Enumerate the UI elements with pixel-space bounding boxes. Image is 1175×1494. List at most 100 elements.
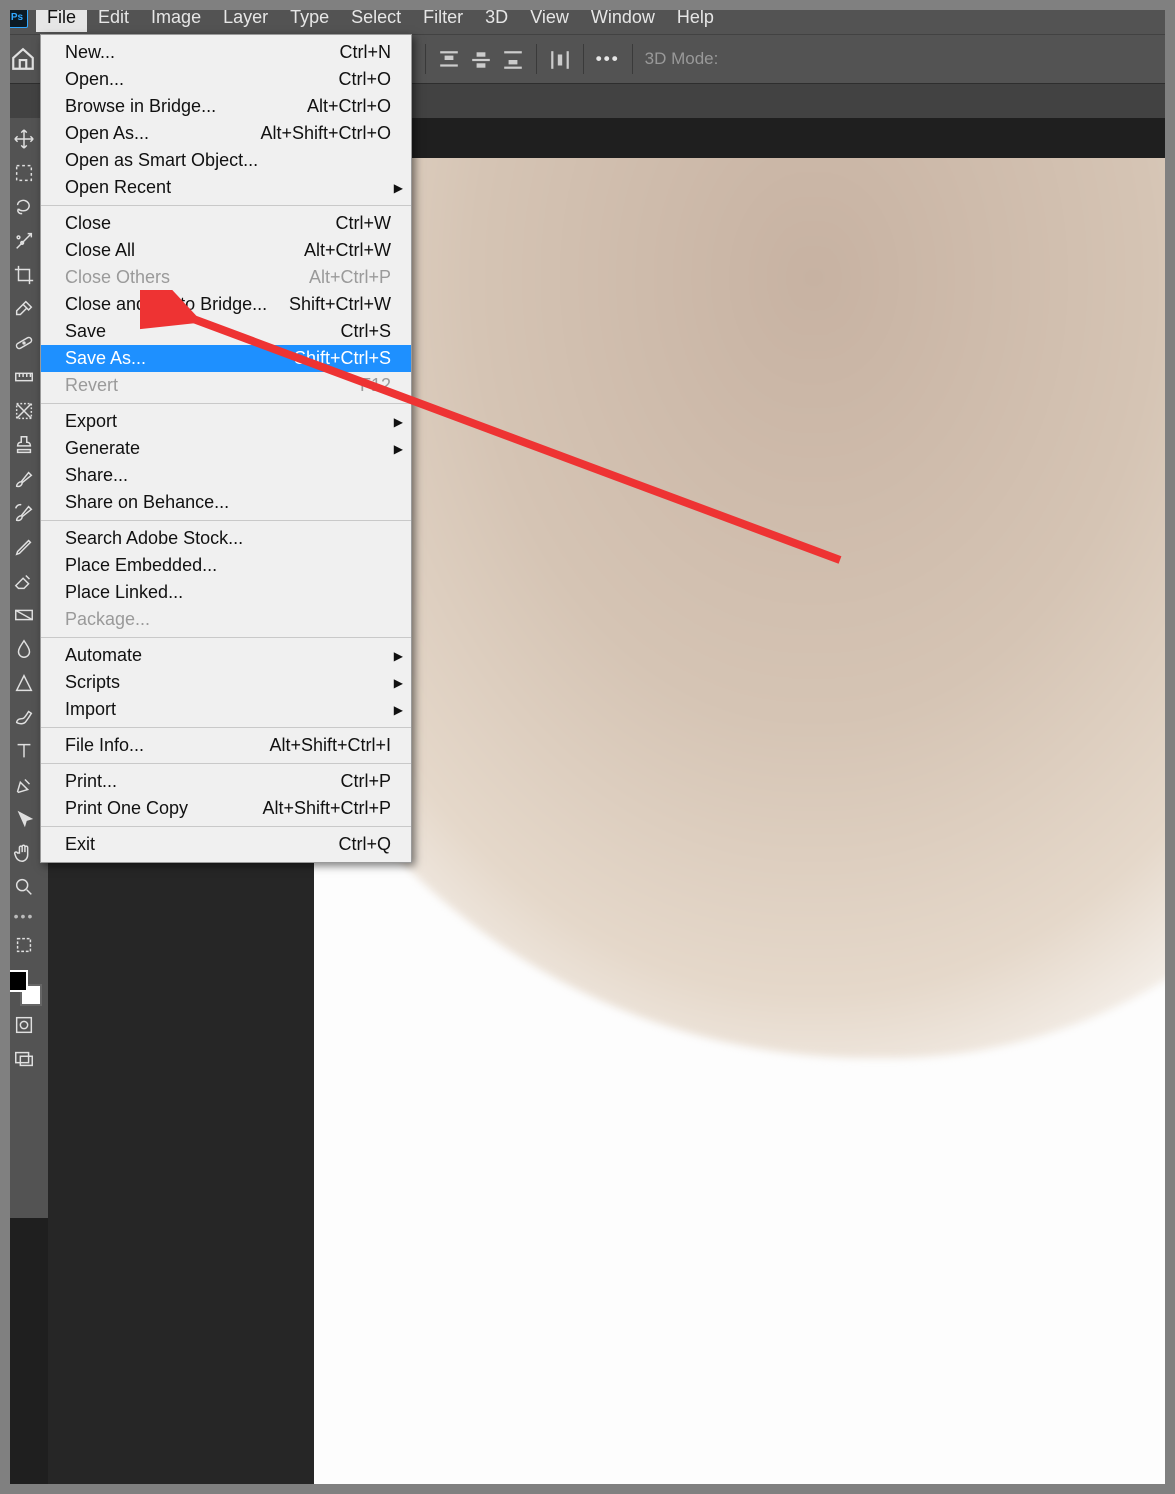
more-options-icon[interactable]: ••• [596,49,620,69]
blur-tool[interactable] [6,634,42,664]
menu-item-open-as[interactable]: Open As...Alt+Shift+Ctrl+O [41,120,411,147]
frame-tool[interactable] [6,396,42,426]
hand-tool[interactable] [6,838,42,868]
eyedropper-tool[interactable] [6,294,42,324]
distribute-bottom-icon[interactable] [502,49,524,69]
menu-separator [41,637,411,638]
menu-image[interactable]: Image [140,3,212,32]
menu-item-close[interactable]: CloseCtrl+W [41,210,411,237]
menu-item-browse-in-bridge[interactable]: Browse in Bridge...Alt+Ctrl+O [41,93,411,120]
separator [632,44,633,74]
healing-brush-tool[interactable] [6,328,42,358]
menu-item-label: Close and Go to Bridge... [65,294,267,315]
menu-separator [41,763,411,764]
clone-stamp-tool[interactable] [6,430,42,460]
menu-item-open-as-smart-object[interactable]: Open as Smart Object... [41,147,411,174]
menu-item-file-info[interactable]: File Info...Alt+Shift+Ctrl+I [41,732,411,759]
menu-separator [41,205,411,206]
menu-item-label: Close [65,213,111,234]
menu-item-close-all[interactable]: Close AllAlt+Ctrl+W [41,237,411,264]
menu-3d[interactable]: 3D [474,3,519,32]
menu-item-label: Close All [65,240,135,261]
quick-mask-icon[interactable] [6,1010,42,1040]
menu-item-new[interactable]: New...Ctrl+N [41,39,411,66]
menu-item-label: Close Others [65,267,170,288]
distribute-horizontal-icon[interactable] [549,49,571,69]
menu-item-shortcut: Ctrl+P [340,771,391,792]
history-brush-tool[interactable] [6,498,42,528]
menu-file[interactable]: File [36,3,87,32]
move-tool[interactable] [6,124,42,154]
menu-separator [41,520,411,521]
submenu-arrow-icon: ▶ [394,649,403,663]
menu-item-exit[interactable]: ExitCtrl+Q [41,831,411,858]
menu-item-shortcut: F12 [360,375,391,396]
menu-item-place-embedded[interactable]: Place Embedded... [41,552,411,579]
menu-item-shortcut: Ctrl+S [340,321,391,342]
menu-item-shortcut: Shift+Ctrl+W [289,294,391,315]
menu-item-place-linked[interactable]: Place Linked... [41,579,411,606]
distribute-vertical-icon[interactable] [470,49,492,69]
home-icon[interactable] [8,44,38,74]
edit-toolbar-icon[interactable]: ••• [5,912,43,920]
quick-select-tool[interactable] [6,226,42,256]
ruler-tool[interactable] [6,362,42,392]
lasso-tool[interactable] [6,192,42,222]
menu-item-print-one-copy[interactable]: Print One Copy Alt+Shift+Ctrl+P [41,795,411,822]
marquee-tool[interactable] [6,158,42,188]
menu-item-label: Open as Smart Object... [65,150,258,171]
menu-item-scripts[interactable]: Scripts▶ [41,669,411,696]
distribute-group [438,49,524,69]
photoshop-logo-icon: Ps [6,6,28,28]
menu-item-share-on-behance[interactable]: Share on Behance... [41,489,411,516]
menu-type[interactable]: Type [279,3,340,32]
menu-item-open[interactable]: Open...Ctrl+O [41,66,411,93]
menu-item-save[interactable]: SaveCtrl+S [41,318,411,345]
gradient-tool[interactable] [6,600,42,630]
menu-item-label: Browse in Bridge... [65,96,216,117]
zoom-tool[interactable] [6,872,42,902]
crop-tool[interactable] [6,260,42,290]
menu-item-automate[interactable]: Automate▶ [41,642,411,669]
path-select-tool[interactable] [6,804,42,834]
smudge-tool[interactable] [6,702,42,732]
menu-view[interactable]: View [519,3,580,32]
canvas[interactable] [314,158,1175,1494]
menu-item-shortcut: Alt+Shift+Ctrl+O [260,123,391,144]
menu-item-export[interactable]: Export▶ [41,408,411,435]
submenu-arrow-icon: ▶ [394,442,403,456]
menu-item-save-as[interactable]: Save As...Shift+Ctrl+S [41,345,411,372]
dodge-tool[interactable] [6,668,42,698]
menu-filter[interactable]: Filter [412,3,474,32]
pencil-tool[interactable] [6,532,42,562]
menu-item-close-and-go-to-bridge[interactable]: Close and Go to Bridge... Shift+Ctrl+W [41,291,411,318]
menu-item-share[interactable]: Share... [41,462,411,489]
menu-item-open-recent[interactable]: Open Recent▶ [41,174,411,201]
menu-select[interactable]: Select [340,3,412,32]
foreground-background-colors[interactable] [6,970,42,1006]
menu-item-shortcut: Alt+Shift+Ctrl+P [262,798,391,819]
menu-edit[interactable]: Edit [87,3,140,32]
menu-item-label: Share on Behance... [65,492,229,513]
distribute-top-icon[interactable] [438,49,460,69]
brush-tool[interactable] [6,464,42,494]
menu-item-label: Print One Copy [65,798,188,819]
type-tool[interactable] [6,736,42,766]
screen-mode-icon[interactable] [6,1044,42,1074]
menu-item-label: Import [65,699,116,720]
menu-item-search-adobe-stock[interactable]: Search Adobe Stock... [41,525,411,552]
canvas-top-gutter [314,118,1175,158]
eraser-tool[interactable] [6,566,42,596]
expand-chevron-icon[interactable]: » [3,86,13,96]
menu-item-shortcut: Ctrl+Q [338,834,391,855]
menu-item-package: Package... [41,606,411,633]
frame-mode-icon[interactable] [6,930,42,960]
menu-item-print[interactable]: Print...Ctrl+P [41,768,411,795]
menu-help[interactable]: Help [666,3,725,32]
menu-window[interactable]: Window [580,3,666,32]
menu-item-import[interactable]: Import▶ [41,696,411,723]
menu-item-generate[interactable]: Generate▶ [41,435,411,462]
menu-layer[interactable]: Layer [212,3,279,32]
pen-tool[interactable] [6,770,42,800]
separator [425,44,426,74]
